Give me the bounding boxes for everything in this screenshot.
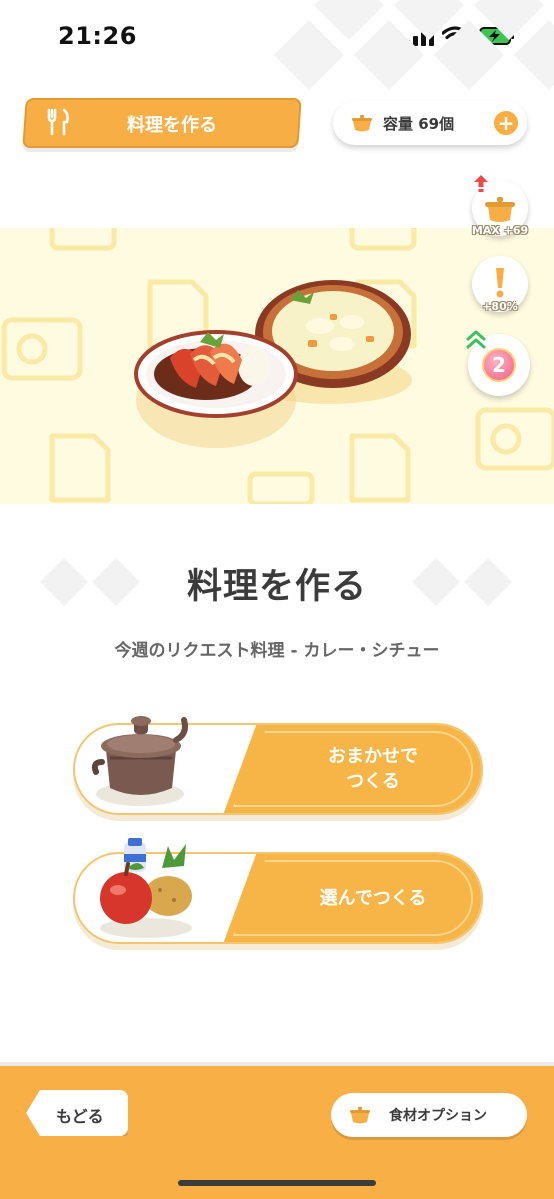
add-capacity-button[interactable]: + — [494, 111, 518, 135]
home-indicator[interactable] — [178, 1180, 376, 1186]
pot-icon — [352, 115, 372, 132]
back-label: もどる — [56, 1107, 104, 1126]
bonus-buff-caption: +80% — [482, 300, 518, 313]
auto-cook-label: おまかせで つくる — [328, 746, 418, 792]
pot-buff-caption: MAX +69 — [471, 224, 529, 237]
choose-cook-label: 選んでつくる — [319, 887, 427, 909]
back-button[interactable]: もどる — [26, 1090, 128, 1136]
upgrade-arrow-icon — [474, 175, 488, 192]
background-pattern — [274, 0, 554, 90]
screen-title: 料理を作る — [127, 115, 217, 136]
double-chevron-up-icon — [466, 330, 486, 349]
ingredient-options-label: 食材オプション — [389, 1108, 487, 1124]
bonus-buff[interactable]: +80% — [472, 256, 528, 313]
status-time: 21:26 — [58, 22, 137, 50]
capacity-label: 容量 69個 — [383, 115, 455, 133]
cooking-pot-icon — [91, 716, 188, 806]
dish-illustration — [134, 280, 412, 448]
screen-title-tab: 料理を作る — [22, 98, 302, 148]
weekly-request-subtitle: 今週のリクエスト料理 - カレー・シチュー — [114, 641, 440, 661]
capacity-indicator[interactable]: 容量 69個 + — [333, 101, 527, 145]
level-badge-icon: 2 — [482, 348, 516, 382]
page-title: 料理を作る — [186, 567, 367, 607]
pot-icon — [350, 1107, 370, 1124]
ingredient-options-button[interactable]: 食材オプション — [331, 1093, 527, 1137]
ingredients-icon — [100, 838, 192, 938]
